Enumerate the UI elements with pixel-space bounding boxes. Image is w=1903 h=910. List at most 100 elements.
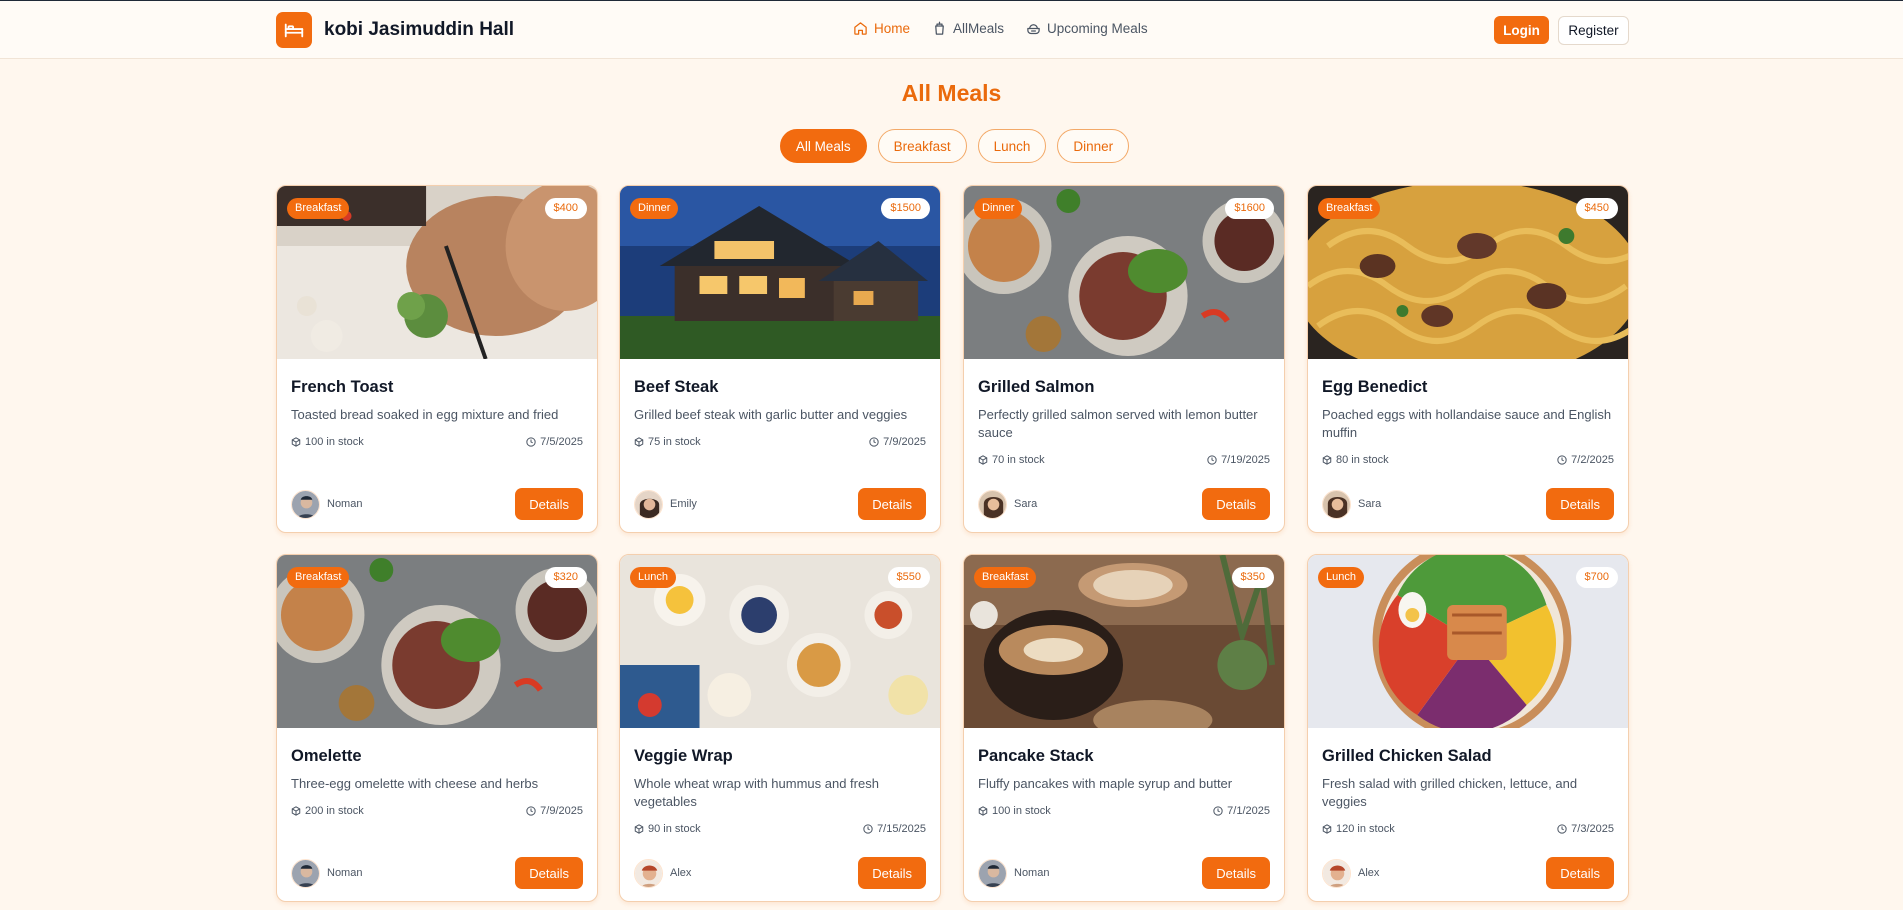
clock-icon xyxy=(1213,806,1223,816)
filter-breakfast[interactable]: Breakfast xyxy=(877,129,967,163)
meal-card: Lunch $700 Grilled Chicken Salad Fresh s… xyxy=(1307,554,1629,902)
nav-allmeals[interactable]: AllMeals xyxy=(932,21,1004,36)
box-icon xyxy=(291,806,301,816)
category-badge: Dinner xyxy=(974,198,1023,219)
date-info: 7/19/2025 xyxy=(1207,454,1270,466)
filter-dinner[interactable]: Dinner xyxy=(1057,129,1130,163)
login-button[interactable]: Login xyxy=(1494,16,1549,44)
date-info: 7/15/2025 xyxy=(863,823,926,835)
nav-home-label: Home xyxy=(874,21,911,36)
price-badge: $450 xyxy=(1575,198,1618,219)
meal-title: Grilled Salmon xyxy=(978,378,1095,396)
date-text: 7/19/2025 xyxy=(1221,454,1270,466)
date-info: 7/9/2025 xyxy=(526,805,583,817)
date-text: 7/2/2025 xyxy=(1571,454,1614,466)
clock-icon xyxy=(1557,455,1567,465)
price-badge: $400 xyxy=(544,198,587,219)
page-title: All Meals xyxy=(901,80,1002,106)
bowl-icon xyxy=(1027,24,1040,35)
avatar xyxy=(1322,858,1351,888)
date-text: 7/1/2025 xyxy=(1227,805,1270,817)
author: Noman xyxy=(978,858,1049,888)
details-button[interactable]: Details xyxy=(1202,488,1270,520)
date-info: 7/1/2025 xyxy=(1213,805,1270,817)
filter-lunch[interactable]: Lunch xyxy=(977,129,1047,163)
details-button[interactable]: Details xyxy=(515,857,583,889)
stock-text: 70 in stock xyxy=(992,454,1045,466)
details-button[interactable]: Details xyxy=(1546,857,1614,889)
stock-text: 90 in stock xyxy=(648,823,701,835)
author-name: Noman xyxy=(327,498,363,510)
stock-info: 80 in stock xyxy=(1322,454,1389,466)
stock-text: 120 in stock xyxy=(1336,823,1395,835)
stock-text: 100 in stock xyxy=(305,436,364,448)
box-icon xyxy=(978,455,988,465)
stock-info: 70 in stock xyxy=(978,454,1045,466)
category-badge: Breakfast xyxy=(287,567,350,588)
meal-description: Poached eggs with hollandaise sauce and … xyxy=(1322,407,1612,440)
details-button[interactable]: Details xyxy=(858,488,926,520)
clock-icon xyxy=(526,437,536,447)
box-icon xyxy=(291,437,301,447)
author-name: Alex xyxy=(1358,867,1380,879)
filter-all-meals[interactable]: All Meals xyxy=(779,129,867,163)
details-button[interactable]: Details xyxy=(515,488,583,520)
nav-home[interactable]: Home xyxy=(853,21,910,36)
meal-title: Omelette xyxy=(291,747,362,765)
details-button[interactable]: Details xyxy=(1546,488,1614,520)
meal-title: Veggie Wrap xyxy=(634,747,733,765)
meal-description: Perfectly grilled salmon served with lem… xyxy=(978,407,1258,440)
author: Emily xyxy=(634,489,697,519)
price-badge: $1600 xyxy=(1225,198,1274,219)
meal-image: Breakfast $320 xyxy=(277,555,597,728)
author-name: Sara xyxy=(1358,498,1382,510)
nav-upcoming-meals[interactable]: Upcoming Meals xyxy=(1026,21,1148,36)
price-badge: $1500 xyxy=(881,198,930,219)
date-text: 7/15/2025 xyxy=(877,823,926,835)
author: Sara xyxy=(978,489,1037,519)
date-text: 7/9/2025 xyxy=(540,805,583,817)
nav-upcoming-label: Upcoming Meals xyxy=(1047,21,1148,36)
author-name: Emily xyxy=(670,498,697,510)
date-info: 7/9/2025 xyxy=(869,436,926,448)
meal-image: Lunch $700 xyxy=(1308,555,1628,728)
stock-info: 100 in stock xyxy=(291,436,364,448)
stock-info: 100 in stock xyxy=(978,805,1051,817)
date-info: 7/2/2025 xyxy=(1557,454,1614,466)
date-text: 7/3/2025 xyxy=(1571,823,1614,835)
author: Noman xyxy=(291,489,363,519)
meal-description: Whole wheat wrap with hummus and fresh v… xyxy=(634,776,879,809)
author-name: Noman xyxy=(327,867,363,879)
stock-info: 120 in stock xyxy=(1322,823,1395,835)
author: Alex xyxy=(1322,858,1380,888)
avatar xyxy=(634,858,663,888)
details-button[interactable]: Details xyxy=(858,857,926,889)
register-button[interactable]: Register xyxy=(1558,16,1629,45)
meal-card: Lunch $550 Veggie Wrap Whole wheat wrap … xyxy=(619,554,941,902)
meal-image: Breakfast $450 xyxy=(1308,186,1628,359)
meal-image: Breakfast $400 xyxy=(277,186,597,359)
stock-text: 100 in stock xyxy=(992,805,1051,817)
meal-card: Breakfast $320 Omelette Three-egg omelet… xyxy=(276,554,598,902)
meal-title: Beef Steak xyxy=(634,378,719,396)
brand[interactable]: kobi Jasimuddin Hall xyxy=(276,12,514,48)
clock-icon xyxy=(1557,824,1567,834)
meal-description: Grilled beef steak with garlic butter an… xyxy=(634,407,908,422)
cup-icon xyxy=(935,21,944,35)
author: Sara xyxy=(1322,489,1382,519)
meal-image: Dinner $1600 xyxy=(964,186,1284,359)
meal-description: Three-egg omelette with cheese and herbs xyxy=(291,776,539,791)
meal-card: Breakfast $400 French Toast Toasted brea… xyxy=(276,185,598,533)
author-name: Alex xyxy=(670,867,692,879)
avatar xyxy=(291,489,320,519)
price-badge: $320 xyxy=(544,567,587,588)
meal-title: Egg Benedict xyxy=(1322,378,1428,396)
stock-info: 200 in stock xyxy=(291,805,364,817)
details-button[interactable]: Details xyxy=(1202,857,1270,889)
clock-icon xyxy=(1207,455,1217,465)
box-icon xyxy=(1322,824,1332,834)
home-icon xyxy=(854,22,867,35)
category-badge: Lunch xyxy=(630,567,676,588)
bed-icon xyxy=(276,12,312,48)
meal-description: Fresh salad with grilled chicken, lettuc… xyxy=(1322,776,1578,809)
